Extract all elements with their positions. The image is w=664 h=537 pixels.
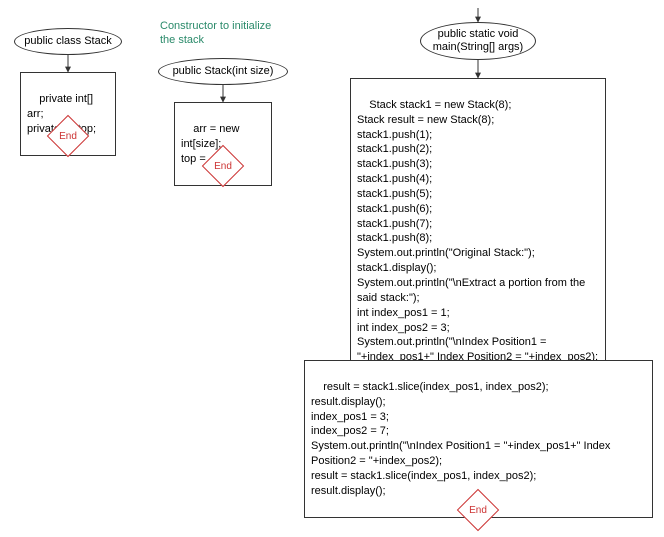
end-node-3: End	[463, 495, 493, 525]
end-label: End	[463, 495, 493, 525]
main-body-a-box: Stack stack1 = new Stack(8); Stack resul…	[350, 78, 606, 385]
class-decl-node: public class Stack	[14, 28, 122, 55]
main-decl-node: public static void main(String[] args)	[420, 22, 536, 60]
constructor-decl-text: public Stack(int size)	[173, 65, 274, 78]
constructor-decl-node: public Stack(int size)	[158, 58, 288, 85]
end-label: End	[208, 151, 238, 181]
constructor-comment: Constructor to initialize the stack	[160, 20, 280, 48]
main-body-a-text: Stack stack1 = new Stack(8); Stack resul…	[357, 99, 598, 363]
end-label: End	[53, 121, 83, 151]
class-decl-text: public class Stack	[24, 35, 111, 48]
diagram-canvas: public class Stack private int[] arr; pr…	[0, 0, 664, 537]
end-node-2: End	[208, 151, 238, 181]
end-node-1: End	[53, 121, 83, 151]
main-body-b-text: result = stack1.slice(index_pos1, index_…	[311, 381, 614, 497]
main-decl-text: public static void main(String[] args)	[433, 28, 523, 54]
